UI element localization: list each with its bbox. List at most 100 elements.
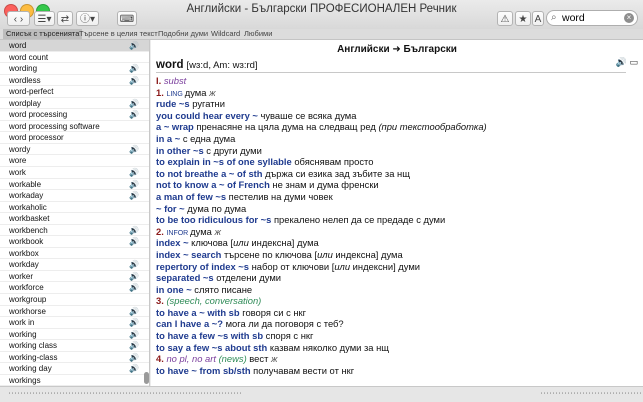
entry-text: търсене по ключова [ bbox=[221, 248, 318, 260]
list-item[interactable]: working 🔊 bbox=[0, 329, 149, 341]
speaker-icon[interactable]: 🔊 bbox=[129, 236, 139, 248]
keyboard-button[interactable]: ⌨ bbox=[117, 11, 137, 26]
speaker-icon[interactable]: 🔊 bbox=[129, 63, 139, 75]
list-item[interactable]: workday 🔊 bbox=[0, 259, 149, 271]
speaker-icon[interactable]: 🔊 bbox=[129, 225, 139, 237]
speaker-icon[interactable]: 🔊 bbox=[129, 259, 139, 271]
list-item[interactable]: word processor bbox=[0, 132, 149, 144]
right-pane-scroll-track[interactable]: ⋯⋯⋯⋯⋯⋯⋯⋯⋯⋯⋯⋯ bbox=[540, 388, 643, 399]
example-phrase[interactable]: can I have a ~? bbox=[156, 318, 223, 329]
list-item[interactable]: workbox bbox=[0, 248, 149, 260]
speaker-icon[interactable]: 🔊 bbox=[129, 179, 139, 191]
example-phrase[interactable]: to explain in ~s of one syllable bbox=[156, 156, 292, 167]
entry-line: in other ~s с други думи bbox=[156, 145, 636, 157]
list-item[interactable]: working day 🔊 bbox=[0, 363, 149, 375]
speaker-icon[interactable]: 🔊 bbox=[129, 306, 139, 318]
example-phrase[interactable]: repertory of index ~s bbox=[156, 261, 249, 272]
example-phrase[interactable]: not to know a ~ of French bbox=[156, 179, 270, 190]
speaker-icon[interactable]: 🔊 bbox=[129, 98, 139, 110]
word-list[interactable]: word 🔊 word count wording 🔊 wordless 🔊 word-per… bbox=[0, 40, 150, 386]
tab-search-list[interactable]: Списък с търсенията bbox=[3, 29, 83, 39]
list-item[interactable]: word processing software bbox=[0, 121, 149, 133]
speaker-icon[interactable]: 🔊 bbox=[129, 340, 139, 352]
back-forward-button[interactable]: ‹ › bbox=[7, 11, 30, 26]
list-item[interactable]: work in 🔊 bbox=[0, 317, 149, 329]
word-list-scrollbar[interactable] bbox=[143, 40, 150, 386]
list-item[interactable]: workaholic bbox=[0, 202, 149, 214]
example-phrase[interactable]: to be too ridiculous for ~s bbox=[156, 214, 271, 225]
example-phrase[interactable]: to have ~ from sb/sth bbox=[156, 365, 251, 376]
entry-text: no pl, no art bbox=[166, 353, 219, 365]
list-item[interactable]: working class 🔊 bbox=[0, 340, 149, 352]
clipboard-icon[interactable]: ▭ bbox=[629, 57, 638, 67]
list-item[interactable]: worker 🔊 bbox=[0, 271, 149, 283]
list-item-word: wordy bbox=[9, 144, 31, 154]
list-item[interactable]: wordplay 🔊 bbox=[0, 98, 149, 110]
example-phrase[interactable]: in other ~s bbox=[156, 145, 204, 156]
speaker-icon[interactable]: 🔊 bbox=[129, 352, 139, 364]
tab-wildcard[interactable]: Wildcard bbox=[208, 29, 243, 39]
tab-full-text-search[interactable]: Търсене в целия текст bbox=[76, 29, 161, 39]
left-pane-scroll-track[interactable]: ⋯⋯⋯⋯⋯⋯⋯⋯⋯⋯⋯⋯⋯⋯⋯⋯⋯⋯⋯⋯⋯⋯⋯⋯⋯⋯ bbox=[8, 388, 242, 399]
speaker-icon[interactable]: 🔊 bbox=[129, 190, 139, 202]
example-phrase[interactable]: to have a ~ with sb bbox=[156, 307, 240, 318]
entry-line: in a ~ с една дума bbox=[156, 133, 636, 145]
list-item[interactable]: workgroup bbox=[0, 294, 149, 306]
entry-line: index ~ search търсене по ключова [или и… bbox=[156, 249, 636, 261]
transcription: [wɜ:d, Am: wɜ:rd] bbox=[186, 60, 258, 71]
search-field[interactable]: ⌕ × bbox=[546, 10, 638, 26]
list-item[interactable]: word-perfect bbox=[0, 86, 149, 98]
example-phrase[interactable]: to not breathe a ~ of sth bbox=[156, 168, 263, 179]
example-phrase[interactable]: ~ for ~ bbox=[156, 203, 185, 214]
speaker-icon[interactable]: 🔊 bbox=[129, 109, 139, 121]
speaker-icon[interactable]: 🔊 bbox=[129, 271, 139, 283]
list-item[interactable]: workbench 🔊 bbox=[0, 225, 149, 237]
speaker-icon[interactable]: 🔊 bbox=[129, 282, 139, 294]
example-phrase[interactable]: you could hear every ~ bbox=[156, 110, 258, 121]
clear-search-icon[interactable]: × bbox=[624, 13, 634, 23]
list-item[interactable]: workable 🔊 bbox=[0, 179, 149, 191]
search-input[interactable] bbox=[562, 11, 622, 24]
font-size-button[interactable]: A bbox=[532, 11, 544, 26]
speaker-icon[interactable]: 🔊 bbox=[129, 144, 139, 156]
example-phrase[interactable]: index ~ bbox=[156, 237, 189, 248]
tab-similar-words[interactable]: Подобни думи bbox=[155, 29, 211, 39]
list-item[interactable]: wording 🔊 bbox=[0, 63, 149, 75]
list-item[interactable]: workings bbox=[0, 375, 149, 386]
warning-button[interactable]: ⚠ bbox=[497, 11, 513, 26]
example-phrase[interactable]: to say a few ~s about sth bbox=[156, 342, 267, 353]
example-phrase[interactable]: in a ~ bbox=[156, 133, 180, 144]
list-item[interactable]: word count bbox=[0, 52, 149, 64]
list-item[interactable]: wordless 🔊 bbox=[0, 75, 149, 87]
list-item[interactable]: wore bbox=[0, 155, 149, 168]
list-item[interactable]: workbook 🔊 bbox=[0, 236, 149, 248]
example-phrase[interactable]: a ~ wrap bbox=[156, 121, 194, 132]
example-phrase[interactable]: to have a few ~s with sb bbox=[156, 330, 263, 341]
list-view-button[interactable]: ☰▾ bbox=[34, 11, 55, 26]
list-item[interactable]: work 🔊 bbox=[0, 167, 149, 179]
swap-direction-button[interactable]: ⇄ bbox=[57, 11, 73, 26]
scrollbar-thumb[interactable] bbox=[144, 372, 149, 384]
example-phrase[interactable]: a man of few ~s bbox=[156, 191, 226, 202]
list-item[interactable]: workaday 🔊 bbox=[0, 190, 149, 202]
example-phrase[interactable]: rude ~s bbox=[156, 98, 190, 109]
speaker-icon[interactable]: 🔊 bbox=[129, 329, 139, 341]
example-phrase[interactable]: index ~ search bbox=[156, 249, 221, 260]
favorite-button[interactable]: ★ bbox=[515, 11, 531, 26]
list-item[interactable]: workforce 🔊 bbox=[0, 282, 149, 295]
speaker-icon[interactable]: 🔊 bbox=[129, 317, 139, 329]
list-item[interactable]: workhorse 🔊 bbox=[0, 306, 149, 318]
list-item[interactable]: word processing 🔊 bbox=[0, 109, 149, 121]
tab-favorites[interactable]: Любими bbox=[241, 29, 275, 39]
speaker-icon[interactable]: 🔊 bbox=[129, 363, 139, 375]
info-menu-button[interactable]: ⓘ▾ bbox=[76, 11, 99, 26]
example-phrase[interactable]: in one ~ bbox=[156, 284, 192, 295]
speaker-icon[interactable]: 🔊 bbox=[129, 40, 139, 52]
speaker-icon[interactable]: 🔊 bbox=[129, 167, 139, 179]
list-item[interactable]: wordy 🔊 bbox=[0, 144, 149, 156]
list-item[interactable]: working-class 🔊 bbox=[0, 352, 149, 364]
list-item[interactable]: word 🔊 bbox=[0, 40, 149, 52]
list-item[interactable]: workbasket bbox=[0, 213, 149, 225]
speaker-icon[interactable]: 🔊 bbox=[129, 75, 139, 87]
example-phrase[interactable]: separated ~s bbox=[156, 272, 214, 283]
